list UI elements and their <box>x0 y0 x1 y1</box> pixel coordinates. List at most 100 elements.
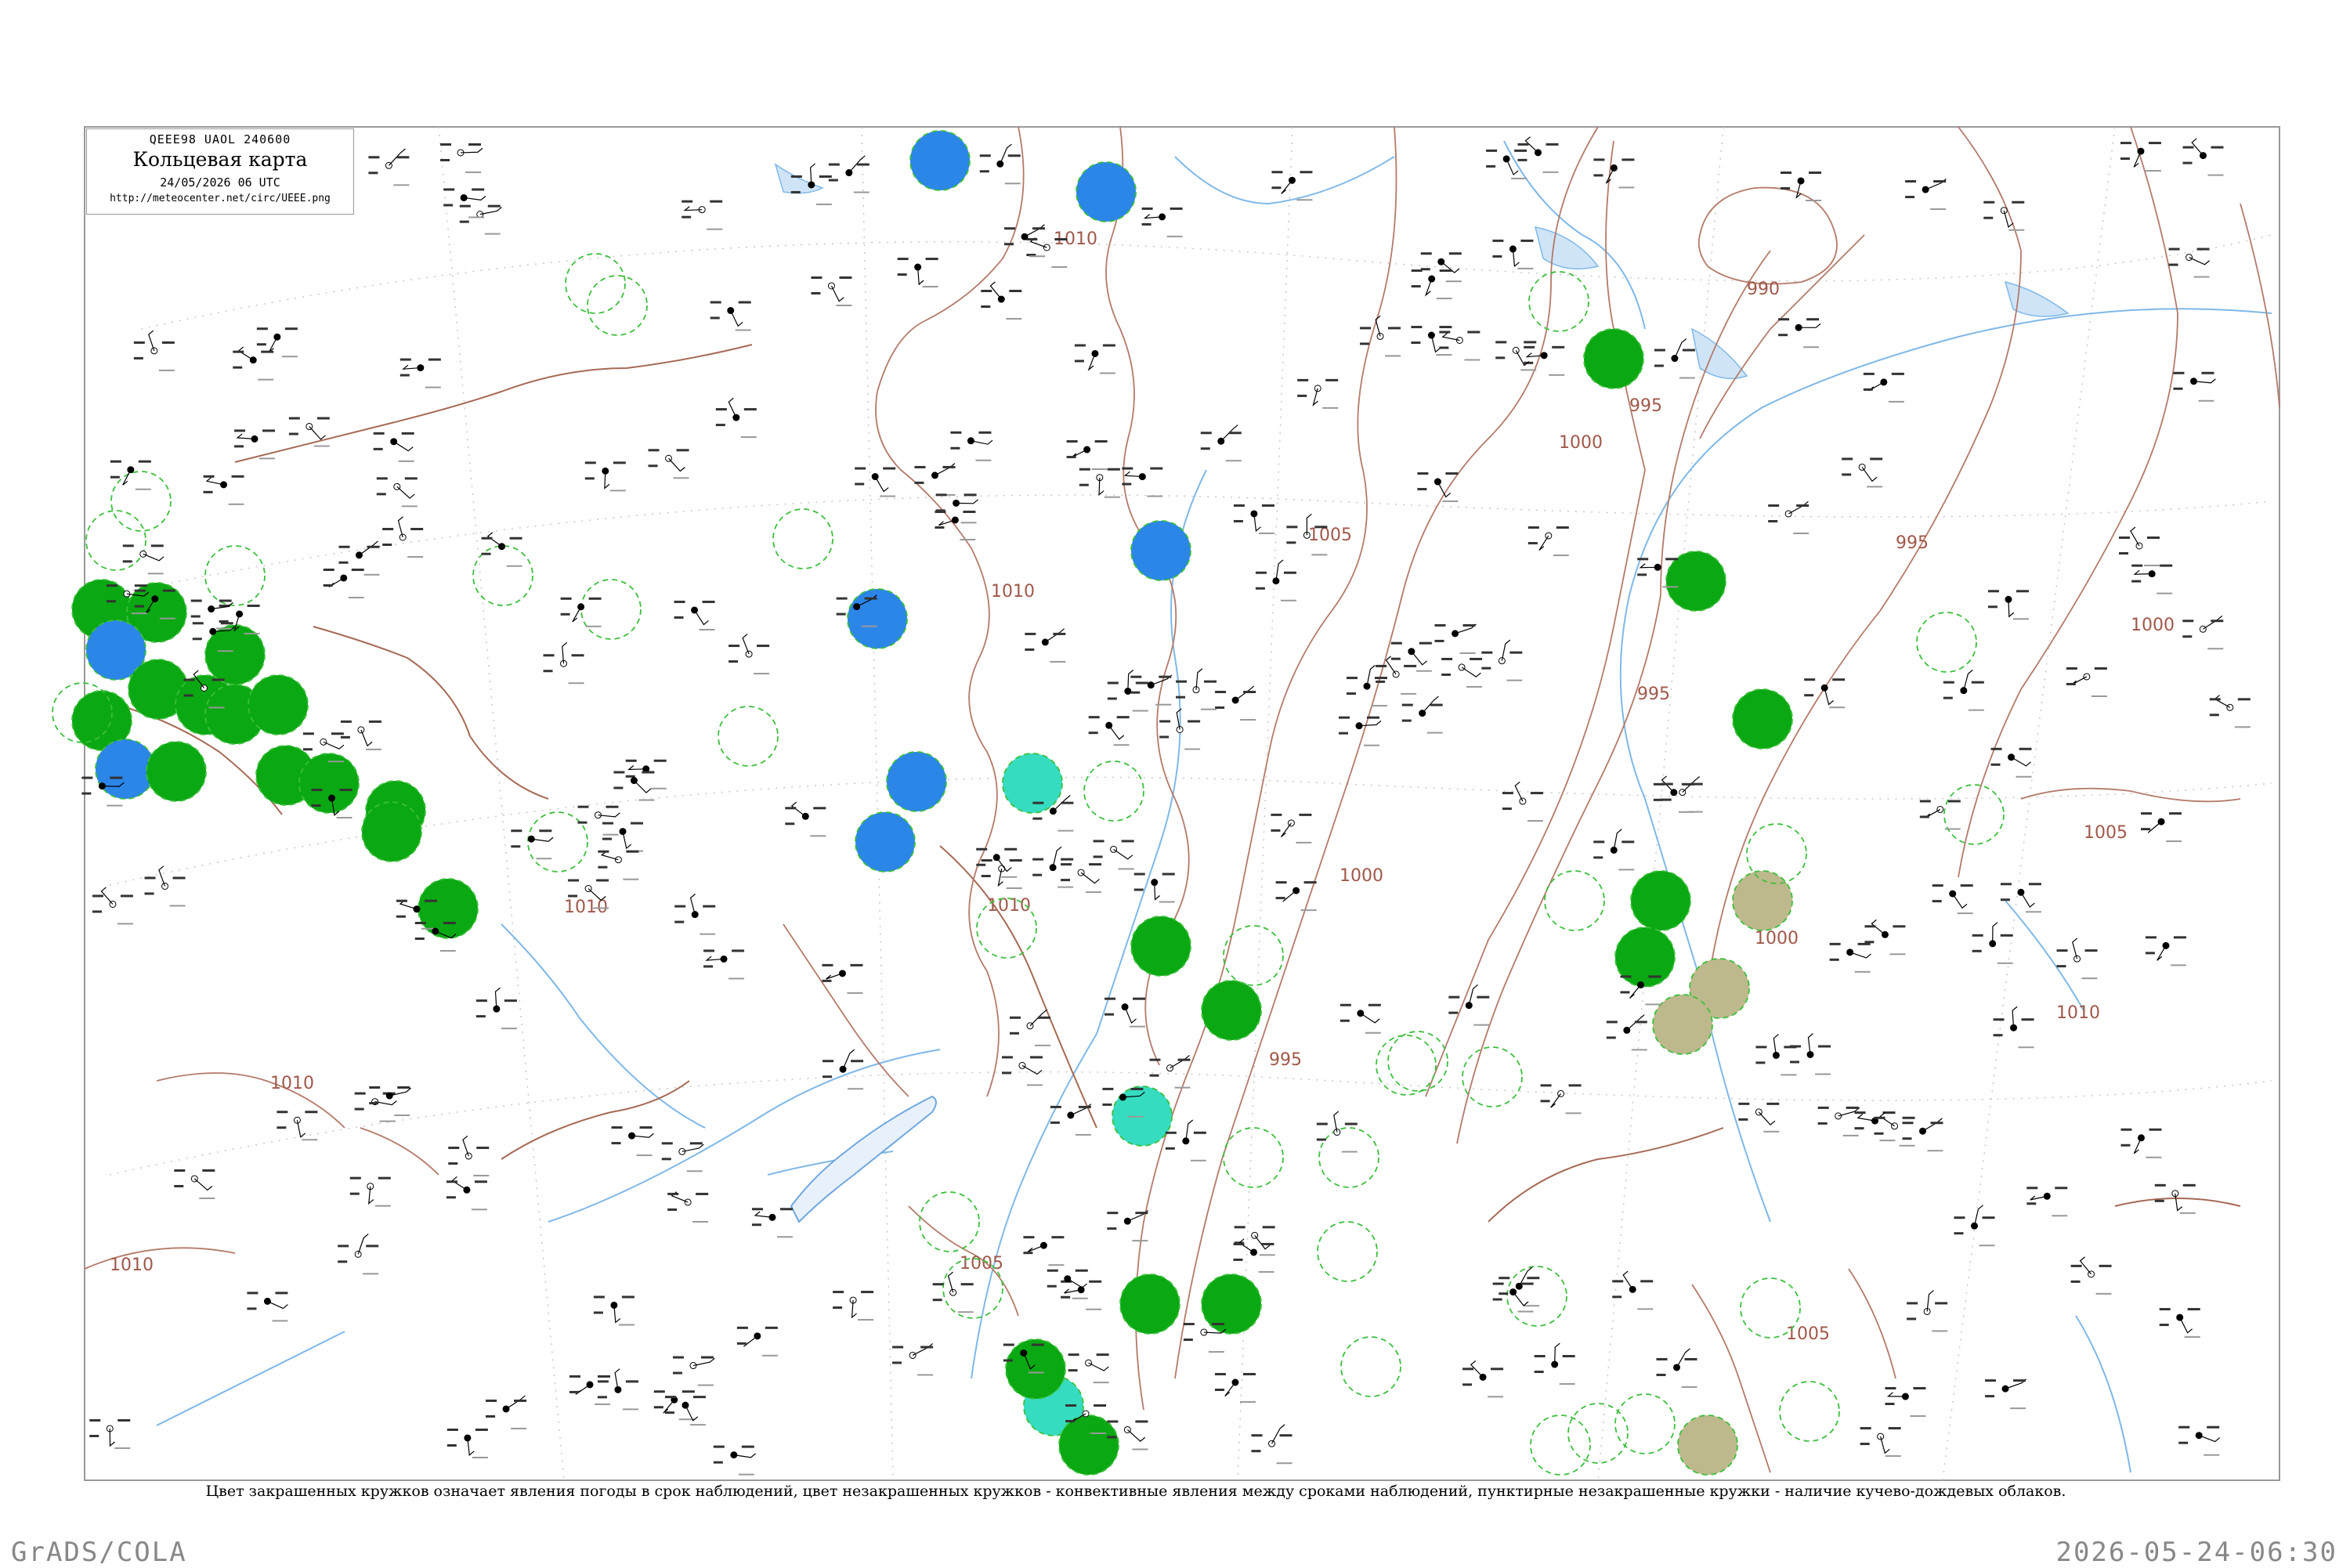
dewpoint-glyph <box>1102 1103 1112 1106</box>
temperature-glyph <box>935 493 947 497</box>
dewpoint-glyph <box>1620 991 1630 994</box>
pressure-glyph <box>2201 371 2214 374</box>
temperature-glyph <box>1755 1046 1767 1049</box>
temperature-glyph <box>822 963 833 966</box>
temperature-glyph <box>674 905 686 908</box>
pressure-glyph <box>220 622 233 625</box>
pressure-glyph <box>692 1396 706 1399</box>
dewpoint-glyph <box>459 220 469 223</box>
dewpoint-glyph <box>1462 1383 1473 1386</box>
pressure-glyph <box>367 545 380 548</box>
pressure-glyph <box>1648 975 1661 978</box>
pressure-glyph <box>696 1192 709 1195</box>
pressure-glyph <box>1004 847 1018 851</box>
temperature-glyph <box>133 341 145 344</box>
pressure-glyph <box>110 776 123 779</box>
dewpoint-glyph <box>1122 482 1132 486</box>
temperature-glyph <box>828 163 840 166</box>
station-id-glyph <box>754 673 770 675</box>
dewpoint-glyph <box>1854 1127 1864 1130</box>
map-datetime: 24/05/2026 06 UTC <box>160 175 280 190</box>
pressure-glyph <box>1228 432 1242 435</box>
station-id-glyph <box>1259 1254 1275 1256</box>
station-id-glyph <box>2184 1336 2200 1339</box>
station-id-glyph <box>1132 710 1148 712</box>
temperature-glyph <box>667 1192 679 1195</box>
pressure-glyph <box>1552 345 1565 349</box>
dewpoint-glyph <box>234 445 244 448</box>
temperature-glyph <box>1790 1045 1802 1048</box>
temperature-glyph <box>349 1176 361 1180</box>
pressure-glyph <box>1367 716 1380 719</box>
station-id-glyph <box>1979 1245 1995 1247</box>
weather-phenomenon-circle <box>298 753 360 814</box>
cloud-cover-symbol <box>1519 797 1527 805</box>
dewpoint-glyph <box>2026 1202 2037 1205</box>
dewpoint-glyph <box>1654 364 1664 367</box>
pressure-glyph <box>588 597 602 600</box>
dewpoint-glyph <box>1593 174 1603 177</box>
pressure-glyph <box>1933 180 1947 183</box>
pressure-glyph <box>1477 995 1490 999</box>
temperature-glyph <box>110 460 121 463</box>
temperature-glyph <box>1023 1236 1035 1239</box>
temperature-glyph <box>892 1346 904 1349</box>
dewpoint-glyph <box>560 612 570 616</box>
dewpoint-glyph <box>674 920 685 923</box>
pressure-glyph <box>819 175 832 178</box>
station-id-glyph <box>1488 1396 1504 1398</box>
pressure-glyph <box>1622 840 1635 844</box>
station-id-glyph <box>1006 887 1022 890</box>
station-id-glyph <box>975 459 992 461</box>
dewpoint-glyph <box>1003 1359 1013 1362</box>
weather-phenomenon-circle <box>1583 328 1644 389</box>
temperature-glyph <box>1854 1111 1866 1115</box>
station-id-glyph <box>2012 618 2029 620</box>
temperature-glyph <box>613 771 625 774</box>
station-id-glyph <box>2234 726 2251 728</box>
station-id-glyph <box>1637 1308 1654 1310</box>
dewpoint-glyph <box>440 158 450 161</box>
dewpoint-glyph <box>1149 1074 1159 1077</box>
station-id-glyph <box>1004 182 1021 185</box>
dewpoint-glyph <box>935 526 945 529</box>
station-id-glyph <box>244 632 260 634</box>
temperature-glyph <box>1316 1122 1328 1125</box>
pressure-glyph <box>475 1428 488 1431</box>
pressure-glyph <box>1524 341 1537 344</box>
dewpoint-glyph <box>1448 1011 1459 1014</box>
temperature-glyph <box>672 1356 684 1359</box>
temperature-glyph <box>1593 840 1605 844</box>
pressure-glyph <box>404 477 418 480</box>
temperature-glyph <box>192 622 204 625</box>
pressure-glyph <box>1891 372 1904 375</box>
dewpoint-glyph <box>1593 856 1603 859</box>
temperature-glyph <box>1486 149 1498 152</box>
station-id-glyph <box>917 1374 934 1376</box>
temperature-glyph <box>1990 747 2002 750</box>
station-id-glyph <box>1968 709 1984 711</box>
pressure-glyph <box>1204 680 1217 683</box>
temperature-glyph <box>2178 1425 2190 1429</box>
station-id-glyph <box>465 171 482 173</box>
weather-phenomenon-circle <box>847 588 908 649</box>
pressure-glyph <box>597 1375 610 1378</box>
temperature-glyph <box>1781 171 1792 174</box>
dewpoint-glyph <box>288 432 298 435</box>
dewpoint-glyph <box>376 493 386 496</box>
pressure-glyph <box>2013 1379 2026 1382</box>
pressure-glyph <box>539 829 552 833</box>
station-id-glyph <box>117 923 133 925</box>
station-id-glyph <box>636 1154 653 1157</box>
temperature-glyph <box>1255 571 1267 574</box>
station-id-glyph <box>1889 953 1906 956</box>
isobar-label: 1010 <box>110 1255 154 1275</box>
dewpoint-glyph <box>2209 714 2219 717</box>
temperature-glyph <box>1122 467 1133 470</box>
pressure-glyph <box>1947 800 1961 803</box>
station-id-glyph <box>501 1028 517 1030</box>
station-id-glyph <box>2091 695 2107 697</box>
station-id-glyph <box>135 488 151 490</box>
dewpoint-glyph <box>2141 828 2151 831</box>
pressure-glyph <box>2019 747 2032 750</box>
